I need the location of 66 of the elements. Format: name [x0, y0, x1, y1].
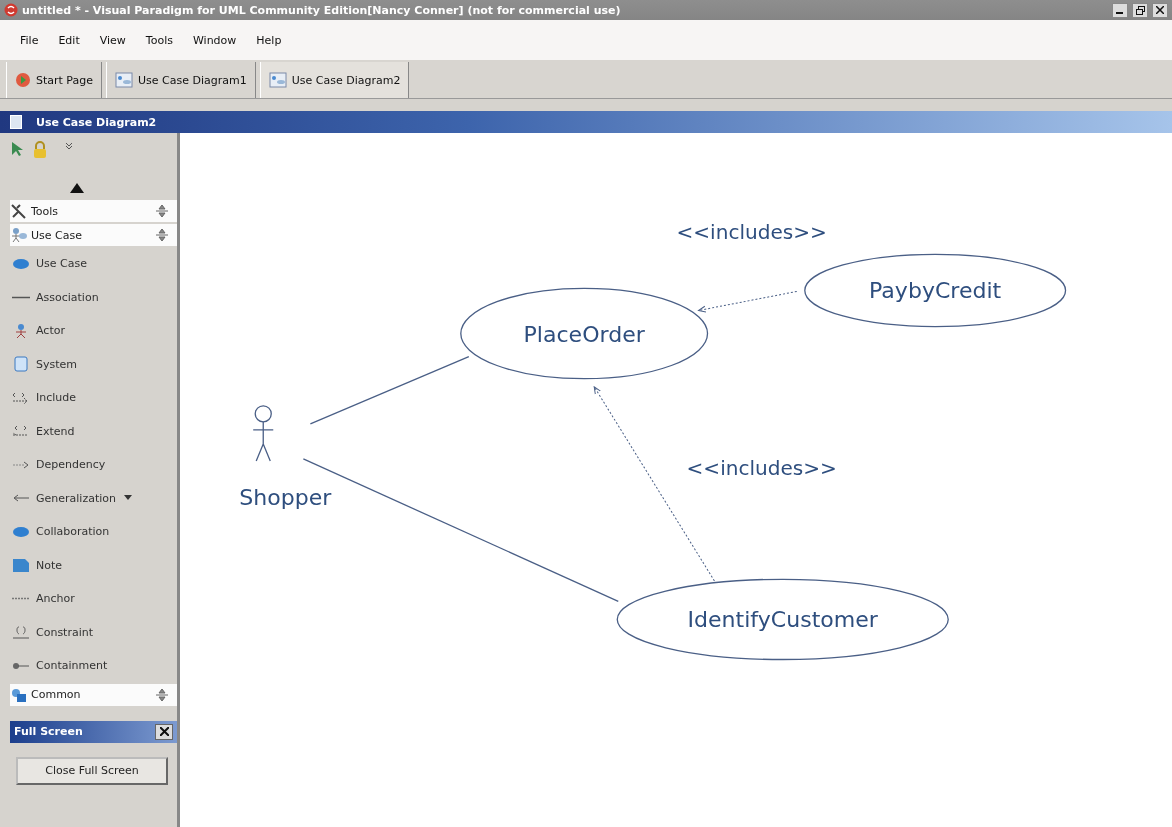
close-full-screen-button[interactable]: Close Full Screen — [16, 756, 168, 785]
use-case-name: PlaceOrder — [523, 321, 645, 347]
shapes-icon — [10, 686, 28, 703]
diagram-title: Use Case Diagram2 — [36, 115, 157, 129]
section-label[interactable]: Tools — [31, 204, 152, 218]
menu-item[interactable]: Window — [192, 33, 237, 47]
palette-tool[interactable]: Association — [36, 290, 99, 304]
stereotype-label: <<includes>> — [686, 456, 837, 480]
palette-tool[interactable]: Dependency — [36, 458, 106, 472]
palette-tool[interactable]: Anchor — [36, 592, 75, 606]
palette-section[interactable]: Tools — [10, 200, 177, 222]
palette-section[interactable]: Use Case — [10, 224, 177, 246]
palette-section[interactable]: Common — [10, 683, 177, 706]
menu-item[interactable]: Edit — [58, 33, 80, 47]
palette-tool[interactable]: Containment — [36, 659, 108, 673]
menu-item[interactable]: View — [99, 33, 126, 47]
caret-icon[interactable] — [124, 495, 132, 502]
palette-tool[interactable]: Extend — [36, 424, 75, 438]
stereotype-label: <<includes>> — [676, 220, 827, 245]
palette-tool[interactable]: Use Case — [36, 257, 87, 271]
palette-tool[interactable]: Include — [36, 391, 77, 405]
note-icon — [12, 557, 30, 574]
palette-tool[interactable]: Collaboration — [36, 525, 110, 539]
palette-tool[interactable]: Actor — [36, 324, 65, 338]
start-page-icon — [15, 72, 31, 88]
app-logo-icon — [4, 3, 18, 17]
actor-figure — [252, 405, 274, 462]
window-title: untitled * - Visual Paradigm for UML Community Edition[Nancy Conner] (not for commercial use) — [22, 3, 622, 17]
dotted-line-icon — [12, 597, 30, 601]
close-button[interactable] — [155, 723, 173, 740]
panel-title: Full Screen — [14, 725, 83, 738]
section-label[interactable]: Use Case — [31, 228, 152, 242]
close-button[interactable] — [1152, 2, 1168, 18]
actor-icon — [10, 227, 28, 243]
palette-tool[interactable]: Constraint — [36, 625, 94, 639]
editor-tab[interactable]: Start Page — [6, 62, 102, 98]
close-icon — [1156, 6, 1164, 14]
rectangle-icon — [12, 356, 30, 373]
palette-tool[interactable]: Note — [36, 558, 63, 572]
pointer-icon[interactable] — [10, 141, 24, 157]
close-icon — [159, 727, 169, 736]
diagram-icon — [268, 72, 287, 88]
move-icon[interactable] — [155, 228, 169, 242]
restore-icon — [1135, 5, 1145, 15]
menu-item[interactable]: Help — [256, 33, 282, 47]
menu-item[interactable]: File — [20, 33, 39, 47]
section-label[interactable]: Common — [31, 688, 152, 701]
palette-tool[interactable]: System — [36, 357, 78, 371]
chevron-down-icon[interactable] — [64, 141, 74, 151]
menu-item[interactable]: Tools — [145, 33, 173, 47]
move-icon[interactable] — [155, 204, 169, 218]
maximize-button[interactable] — [1132, 2, 1148, 18]
diagram-icon — [115, 72, 133, 88]
collapse-triangle-icon[interactable] — [70, 183, 84, 193]
actor-name: Shopper — [239, 485, 332, 511]
use-case-name: IdentifyCustomer — [687, 607, 878, 633]
move-icon[interactable] — [155, 687, 169, 702]
editor-tab[interactable]: Use Case Diagram1 — [106, 62, 256, 98]
use-case-name: PaybyCredit — [869, 278, 1002, 304]
document-icon — [10, 115, 22, 129]
palette-tool[interactable]: Generalization — [36, 491, 116, 505]
line-icon — [12, 295, 30, 299]
braces-icon — [12, 624, 30, 641]
tools-icon — [10, 203, 28, 219]
editor-tab[interactable]: Use Case Diagram2 — [259, 62, 410, 98]
minimize-button[interactable] — [1112, 2, 1128, 18]
